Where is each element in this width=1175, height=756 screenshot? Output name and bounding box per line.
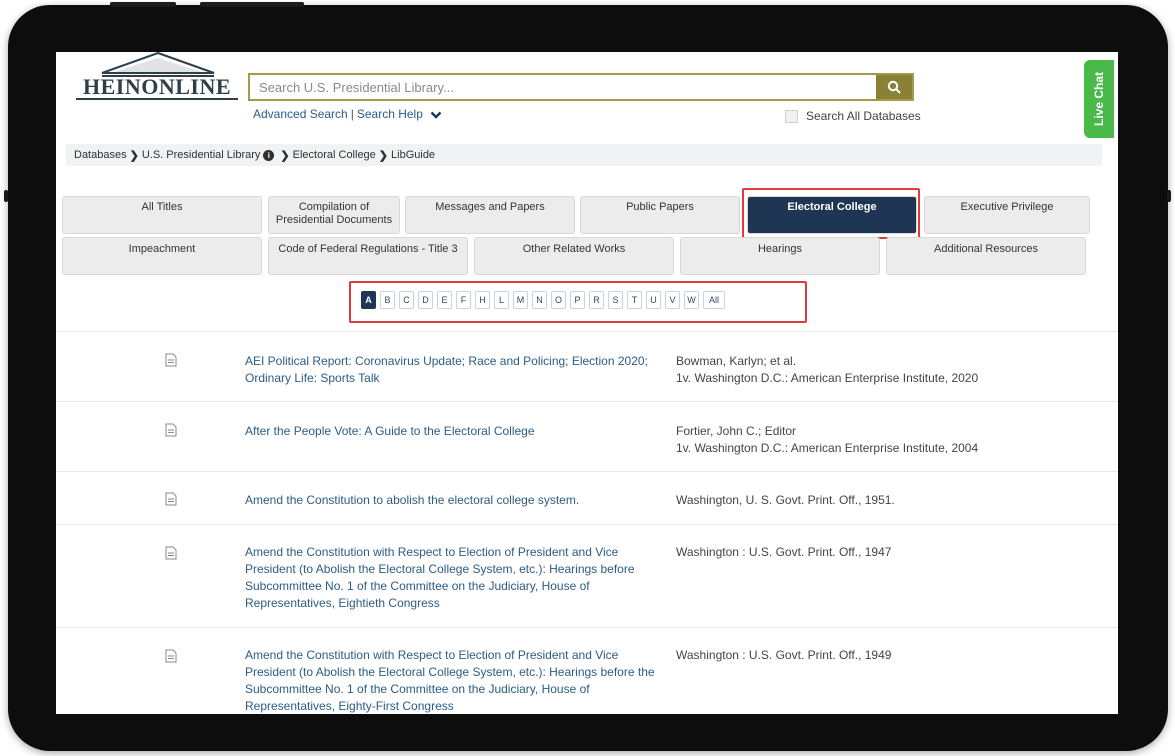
alphabet-letter-p[interactable]: P (570, 291, 585, 309)
logo-text: HEINONLINE (76, 76, 238, 100)
document-icon[interactable] (165, 546, 177, 560)
alphabet-letter-w[interactable]: W (684, 291, 699, 309)
breadcrumb-databases[interactable]: Databases (74, 149, 127, 161)
breadcrumb-libguide[interactable]: LibGuide (391, 149, 435, 161)
table-row: Amend the Constitution with Respect to E… (56, 627, 1118, 714)
search-icon (887, 80, 901, 94)
chevron-down-icon[interactable] (430, 111, 442, 119)
alphabet-letter-c[interactable]: C (399, 291, 414, 309)
document-icon[interactable] (165, 353, 177, 367)
tablet-button (4, 190, 8, 202)
chevron-right-icon: ❯ (378, 149, 389, 162)
search-all-databases[interactable]: Search All Databases (785, 109, 921, 123)
alphabet-letter-e[interactable]: E (437, 291, 452, 309)
alphabet-letter-d[interactable]: D (418, 291, 433, 309)
live-chat-label: Live Chat (1092, 71, 1106, 127)
tab-hearings[interactable]: Hearings (680, 237, 880, 275)
chevron-right-icon: ❯ (280, 149, 290, 162)
tab-additional-resources[interactable]: Additional Resources (886, 237, 1086, 275)
alphabet-letter-u[interactable]: U (646, 291, 661, 309)
tab-other-related-works[interactable]: Other Related Works (474, 237, 674, 275)
alphabet-letter-n[interactable]: N (532, 291, 547, 309)
search-input[interactable] (250, 75, 876, 99)
result-title[interactable]: Amend the Constitution with Respect to E… (245, 544, 655, 612)
alphabet-letter-o[interactable]: O (551, 291, 566, 309)
result-publisher: Washington : U.S. Govt. Print. Off., 194… (676, 545, 892, 559)
table-row: Amend the Constitution with Respect to E… (56, 524, 1118, 627)
tab-compilation[interactable]: Compilation of Presidential Documents (268, 196, 400, 234)
result-publisher: 1v. Washington D.C.: American Enterprise… (676, 441, 979, 455)
advanced-search-link[interactable]: Advanced Search (253, 107, 348, 121)
result-title[interactable]: AEI Political Report: Coronavirus Update… (245, 353, 655, 387)
result-publication: Fortier, John C.; Editor 1v. Washington … (676, 423, 978, 457)
tab-messages-and-papers[interactable]: Messages and Papers (405, 196, 575, 234)
alphabet-letter-b[interactable]: B (380, 291, 395, 309)
alphabet-letter-m[interactable]: M (513, 291, 528, 309)
tab-code-of-federal-regulations[interactable]: Code of Federal Regulations - Title 3 (268, 237, 468, 275)
result-author: Bowman, Karlyn; et al. (676, 354, 797, 368)
search-bar (248, 73, 914, 101)
document-icon[interactable] (165, 649, 177, 663)
tablet-button (200, 2, 304, 7)
table-row: AEI Political Report: Coronavirus Update… (56, 331, 1118, 401)
breadcrumb-electoral-college[interactable]: Electoral College (293, 149, 376, 161)
table-row: After the People Vote: A Guide to the El… (56, 401, 1118, 471)
table-row: Amend the Constitution to abolish the el… (56, 471, 1118, 524)
live-chat-button[interactable]: Live Chat (1084, 60, 1114, 138)
chevron-right-icon: ❯ (129, 149, 139, 162)
tablet-button (110, 2, 176, 7)
result-publication: Bowman, Karlyn; et al. 1v. Washington D.… (676, 353, 978, 387)
search-links: Advanced Search | Search Help (253, 107, 442, 121)
tablet-button (1167, 190, 1171, 202)
result-publisher: Washington : U.S. Govt. Print. Off., 194… (676, 648, 892, 662)
heinonline-logo[interactable]: HEINONLINE (76, 52, 238, 100)
alphabet-letter-v[interactable]: V (665, 291, 680, 309)
search-all-label: Search All Databases (806, 109, 921, 123)
tab-public-papers[interactable]: Public Papers (580, 196, 740, 234)
search-all-checkbox[interactable] (785, 109, 798, 123)
result-title[interactable]: Amend the Constitution with Respect to E… (245, 647, 655, 714)
alphabet-letter-r[interactable]: R (589, 291, 604, 309)
alphabet-letter-a[interactable]: A (361, 291, 376, 309)
result-title[interactable]: After the People Vote: A Guide to the El… (245, 423, 655, 440)
alphabet-letter-l[interactable]: L (494, 291, 509, 309)
alphabet-letter-h[interactable]: H (475, 291, 490, 309)
alphabet-letter-f[interactable]: F (456, 291, 471, 309)
alphabet-letter-s[interactable]: S (608, 291, 623, 309)
search-help-link[interactable]: Search Help (357, 107, 423, 121)
result-author: Fortier, John C.; Editor (676, 424, 797, 438)
result-publisher: 1v. Washington D.C.: American Enterprise… (676, 371, 979, 385)
info-icon[interactable]: i (263, 149, 275, 161)
document-icon[interactable] (165, 492, 177, 506)
alphabet-letter-t[interactable]: T (627, 291, 642, 309)
alphabet-letter-all[interactable]: All (703, 291, 725, 309)
tab-executive-privilege[interactable]: Executive Privilege (924, 196, 1090, 234)
breadcrumb: Databases ❯ U.S. Presidential Library i … (66, 144, 1102, 166)
result-title[interactable]: Amend the Constitution to abolish the el… (245, 492, 655, 509)
tab-all-titles[interactable]: All Titles (62, 196, 262, 234)
tab-impeachment[interactable]: Impeachment (62, 237, 262, 275)
document-icon[interactable] (165, 423, 177, 437)
highlight-electoral-tab (742, 188, 920, 239)
result-publisher: Washington, U. S. Govt. Print. Off., 195… (676, 493, 895, 507)
breadcrumb-presidential-library[interactable]: U.S. Presidential Library (142, 149, 261, 161)
link-separator: | (350, 107, 354, 121)
screen: HEINONLINE Advanced Search|Search Help S… (56, 52, 1118, 714)
search-button[interactable] (876, 75, 912, 99)
